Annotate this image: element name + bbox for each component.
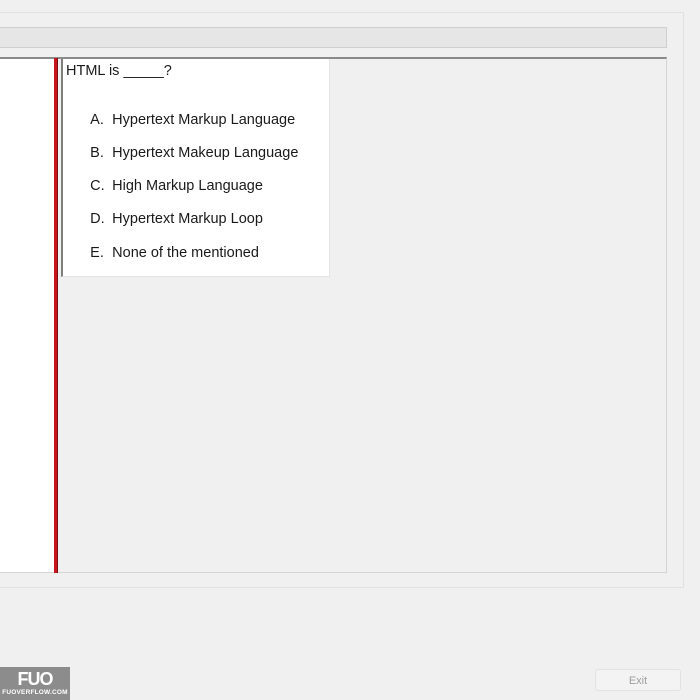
exam-window: HTML is _____? A. Hypertext Markup Langua… [0, 0, 700, 700]
fuoverflow-logo: FUO FUOVERFLOW.COM [0, 667, 70, 700]
option-letter: D. [90, 211, 105, 227]
option-letter: E. [90, 245, 104, 261]
option-letter: A. [90, 112, 104, 128]
option-text: Hypertext Makeup Language [112, 145, 299, 161]
option-letter: C. [90, 178, 105, 194]
splitter-divider[interactable] [54, 58, 58, 573]
question-text: HTML is _____? [66, 63, 172, 79]
option-e: E. None of the mentioned [66, 229, 259, 277]
header-bar [0, 27, 667, 48]
logo-mark: FUO [17, 669, 54, 689]
option-text: Hypertext Markup Loop [112, 211, 263, 227]
option-letter: B. [90, 145, 104, 161]
exit-button[interactable]: Exit [595, 669, 681, 691]
option-text: High Markup Language [112, 178, 263, 194]
left-pane [0, 59, 54, 572]
option-text: Hypertext Markup Language [112, 112, 296, 128]
logo-text: FUOVERFLOW.COM [2, 689, 68, 696]
option-text: None of the mentioned [112, 245, 259, 261]
question-panel: HTML is _____? A. Hypertext Markup Langua… [61, 59, 330, 277]
